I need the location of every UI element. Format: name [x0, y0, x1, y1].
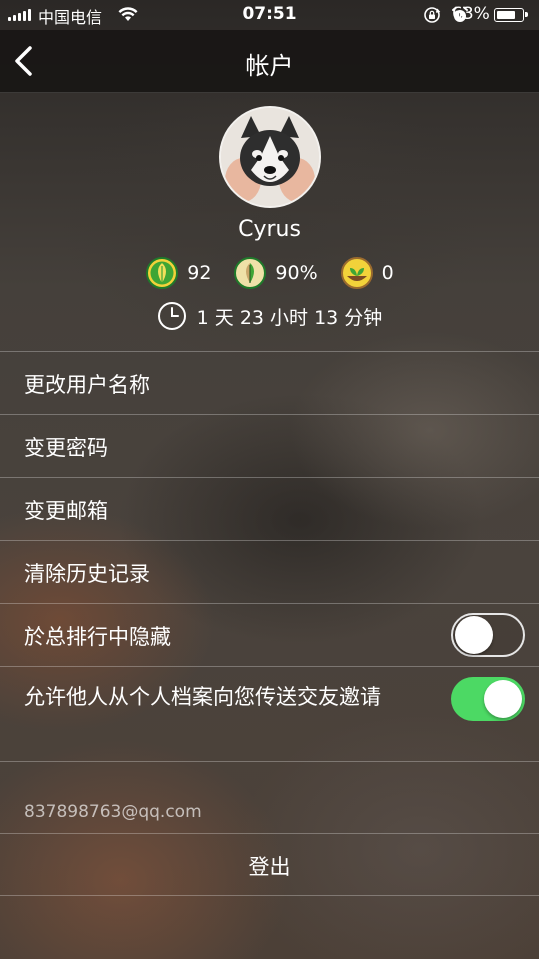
profile-header: Cyrus 92 90% 0 1 天 23 小时 13 分钟 [0, 93, 539, 351]
stat-value: 90% [275, 262, 318, 284]
account-menu: 更改用户名称 变更密码 变更邮箱 清除历史记录 於总排行中隐藏 允许他人从个人档… [0, 351, 539, 760]
half-leaf-icon [234, 257, 267, 289]
menu-item-label: 於总排行中隐藏 [24, 625, 171, 649]
stat-value: 92 [187, 262, 212, 284]
menu-item-label: 允许他人从个人档案向您传送交友邀请 [24, 685, 381, 709]
hide-from-leaderboard-toggle[interactable] [451, 613, 525, 657]
avatar[interactable] [219, 106, 321, 208]
username: Cyrus [238, 217, 301, 242]
hide-from-leaderboard-item: 於总排行中隐藏 [0, 603, 539, 666]
logout-label: 登出 [248, 855, 291, 879]
focus-duration: 1 天 23 小时 13 分钟 [0, 301, 539, 331]
menu-item-label: 变更邮箱 [24, 499, 108, 523]
navigation-bar: 帐户 [0, 30, 539, 93]
green-leaf-icon [146, 257, 179, 289]
battery-icon [494, 8, 528, 22]
email-section: 837898763@qq.com [0, 761, 539, 833]
stat-value: 0 [381, 262, 394, 284]
menu-item-label: 更改用户名称 [24, 373, 150, 397]
stats-row: 92 90% 0 [0, 256, 539, 290]
stat-sprouts: 0 [340, 256, 394, 290]
status-bar: 中国电信 07:51 63% [0, 0, 539, 30]
change-password-item[interactable]: 变更密码 [0, 414, 539, 477]
clear-history-item[interactable]: 清除历史记录 [0, 540, 539, 603]
menu-item-label: 清除历史记录 [24, 562, 150, 586]
change-email-item[interactable]: 变更邮箱 [0, 477, 539, 540]
allow-friend-requests-toggle[interactable] [451, 677, 525, 721]
allow-friend-requests-item: 允许他人从个人档案向您传送交友邀请 [0, 666, 539, 760]
page-title: 帐户 [245, 52, 294, 80]
duration-text: 1 天 23 小时 13 分钟 [196, 306, 383, 329]
stat-success-rate: 90% [233, 256, 318, 290]
logout-button[interactable]: 登出 [0, 833, 539, 896]
rotation-lock-icon [424, 7, 441, 23]
account-email: 837898763@qq.com [24, 802, 202, 822]
clock-icon [157, 302, 186, 330]
battery-percent: 63% [452, 4, 490, 24]
change-username-item[interactable]: 更改用户名称 [0, 351, 539, 414]
stat-trees: 92 [145, 256, 211, 290]
menu-item-label: 变更密码 [24, 436, 108, 460]
sprout-icon [340, 257, 373, 289]
